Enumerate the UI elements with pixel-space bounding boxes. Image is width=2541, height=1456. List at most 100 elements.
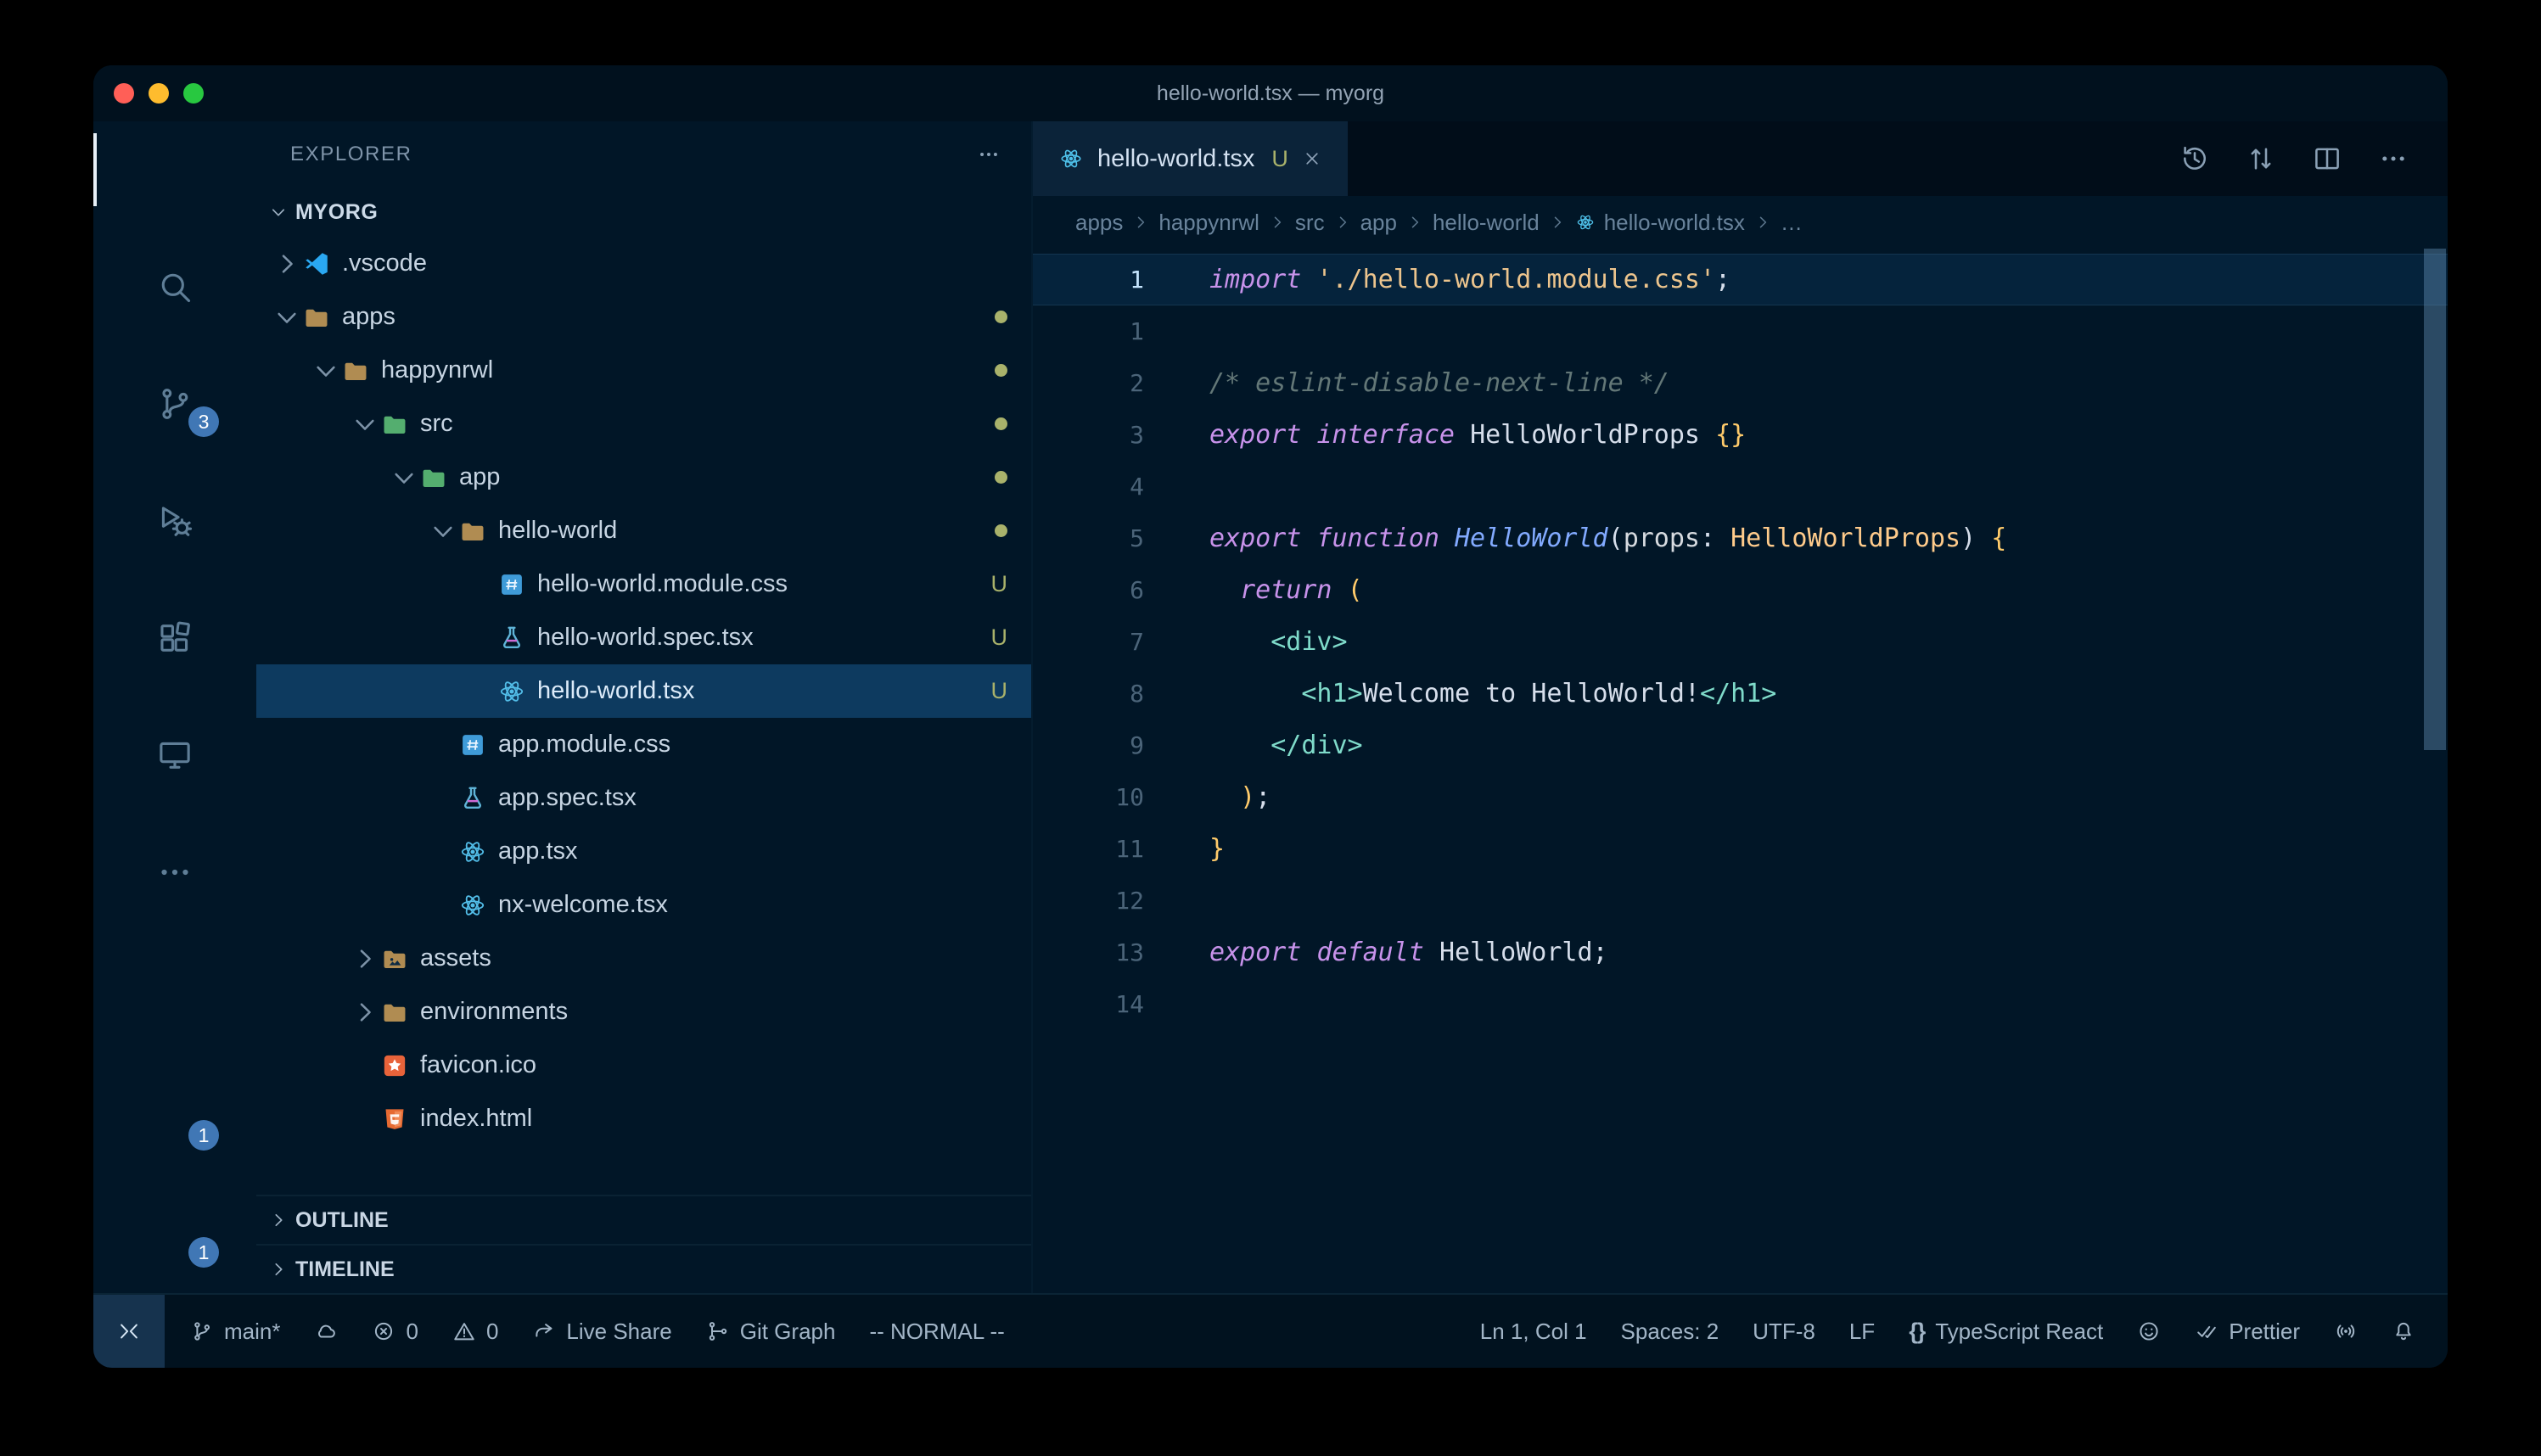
tree-item-src[interactable]: src [256,397,1031,451]
line-number: 10 [1033,771,1144,823]
tree-item-label: environments [420,998,568,1026]
tree-item-apps[interactable]: apps [256,290,1031,344]
code-line[interactable]: 12 [1033,875,2448,927]
status-publish[interactable] [297,1295,355,1368]
code-line[interactable]: 8 <h1>Welcome to HelloWorld!</h1> [1033,668,2448,720]
activity-search[interactable] [93,250,256,323]
tree-item-index.html[interactable]: index.html [256,1092,1031,1145]
close-window-button[interactable] [114,83,134,104]
breadcrumbs: apps happynrwl src app hello-world hello-worl… [1033,196,2448,249]
status-encoding[interactable]: UTF-8 [1736,1295,1832,1368]
code-line[interactable]: 2/* eslint-disable-next-line */ [1033,357,2448,409]
status-prettier[interactable]: Prettier [2178,1295,2317,1368]
chevron-right-icon[interactable] [350,1001,380,1023]
tab-hello-world-tsx[interactable]: hello-world.tsx U [1033,121,1348,196]
status-eol[interactable]: LF [1832,1295,1892,1368]
code-line[interactable]: 13export default HelloWorld; [1033,927,2448,978]
tree-item-hello-world.spec.tsx[interactable]: hello-world.spec.tsxU [256,611,1031,664]
code-line[interactable]: 1import './hello-world.module.css'; [1033,254,2448,305]
chevron-right-icon[interactable] [272,253,302,275]
compare-changes-icon[interactable] [2246,143,2276,174]
tree-item-environments[interactable]: environments [256,985,1031,1039]
code-line[interactable]: 5export function HelloWorld(props: Hello… [1033,512,2448,564]
tree-item-.vscode[interactable]: .vscode [256,237,1031,290]
breadcrumb-item[interactable]: hello-world.tsx [1575,210,1745,236]
more-actions-icon[interactable] [2378,143,2409,174]
activity-more[interactable] [93,836,256,909]
breadcrumb-item[interactable]: hello-world [1433,210,1540,236]
tree-item-label: src [420,410,453,438]
tree-item-happynrwl[interactable]: happynrwl [256,344,1031,397]
status-broadcast[interactable] [2317,1295,2375,1368]
status-branch[interactable]: main* [173,1295,297,1368]
breadcrumb-item[interactable]: apps [1075,210,1123,236]
breadcrumb-item[interactable]: src [1295,210,1325,236]
activity-source-control[interactable]: 3 [93,367,256,440]
chevron-down-icon[interactable] [272,306,302,328]
status-live-share[interactable]: Live Share [515,1295,688,1368]
status-cursor-position[interactable]: Ln 1, Col 1 [1463,1295,1604,1368]
code-line[interactable]: 4 [1033,461,2448,512]
tree-item-hello-world.tsx[interactable]: hello-world.tsxU [256,664,1031,718]
tree-item-nx-welcome.tsx[interactable]: nx-welcome.tsx [256,878,1031,932]
tree-item-favicon.ico[interactable]: favicon.ico [256,1039,1031,1092]
code-line[interactable]: 1 [1033,305,2448,357]
activity-explorer[interactable] [93,133,256,206]
activity-run-debug[interactable] [93,484,256,557]
chevron-down-icon[interactable] [428,520,458,542]
line-number: 3 [1033,409,1144,461]
status-notifications[interactable] [2375,1295,2432,1368]
tree-item-hello-world[interactable]: hello-world [256,504,1031,557]
tree-item-hello-world.module.css[interactable]: hello-world.module.cssU [256,557,1031,611]
file-history-icon[interactable] [2179,143,2210,174]
chevron-down-icon[interactable] [350,413,380,435]
chevron-down-icon[interactable] [311,360,341,382]
code-line[interactable]: 7 <div> [1033,616,2448,668]
section-timeline[interactable]: TIMELINE [256,1244,1031,1293]
activity-remote-explorer[interactable] [93,719,256,792]
activity-badge: 1 [188,1120,219,1151]
activity-settings[interactable]: 1 [93,1198,256,1271]
indent-spacer [350,1108,380,1130]
tree-item-app.tsx[interactable]: app.tsx [256,825,1031,878]
status-git-graph[interactable]: Git Graph [689,1295,853,1368]
code-line[interactable]: 14 [1033,978,2448,1030]
status-feedback[interactable] [2120,1295,2178,1368]
code-line[interactable]: 10 ); [1033,771,2448,823]
code-line[interactable]: 9 </div> [1033,720,2448,771]
code-line[interactable]: 3export interface HelloWorldProps {} [1033,409,2448,461]
more-actions-icon[interactable] [977,143,1001,166]
activity-extensions[interactable] [93,602,256,675]
chevron-down-icon[interactable] [389,467,419,489]
zoom-window-button[interactable] [183,83,204,104]
section-outline[interactable]: OUTLINE [256,1195,1031,1244]
status-indentation-label: Spaces: 2 [1621,1319,1719,1345]
breadcrumb-item[interactable]: happynrwl [1158,210,1259,236]
double-check-icon [2195,1319,2218,1343]
tree-item-label: apps [342,303,395,331]
scrollbar[interactable] [2424,249,2446,750]
activity-accounts[interactable]: 1 [93,1081,256,1154]
status-remote[interactable] [93,1295,165,1368]
chevron-right-icon[interactable] [350,948,380,970]
tree-item-assets[interactable]: assets [256,932,1031,985]
tree-item-app[interactable]: app [256,451,1031,504]
tree-item-app.spec.tsx[interactable]: app.spec.tsx [256,771,1031,825]
breadcrumb-item[interactable]: app [1360,210,1397,236]
status-language-mode[interactable]: {}TypeScript React [1892,1295,2120,1368]
close-icon[interactable] [1302,148,1322,169]
line-number: 12 [1033,875,1144,927]
status-indentation[interactable]: Spaces: 2 [1604,1295,1736,1368]
status-vim-mode[interactable]: -- NORMAL -- [852,1295,1021,1368]
status-errors[interactable]: 0 [355,1295,435,1368]
status-warnings[interactable]: 0 [435,1295,515,1368]
code-line[interactable]: 11} [1033,823,2448,875]
code-line[interactable]: 6 return ( [1033,564,2448,616]
folder-icon [302,303,331,332]
breadcrumb-item[interactable]: … [1781,210,1803,236]
tree-item-app.module.css[interactable]: app.module.css [256,718,1031,771]
minimize-window-button[interactable] [149,83,169,104]
tab-label: hello-world.tsx [1097,145,1254,173]
workspace-root[interactable]: MYORG [256,188,1031,237]
split-editor-icon[interactable] [2312,143,2342,174]
